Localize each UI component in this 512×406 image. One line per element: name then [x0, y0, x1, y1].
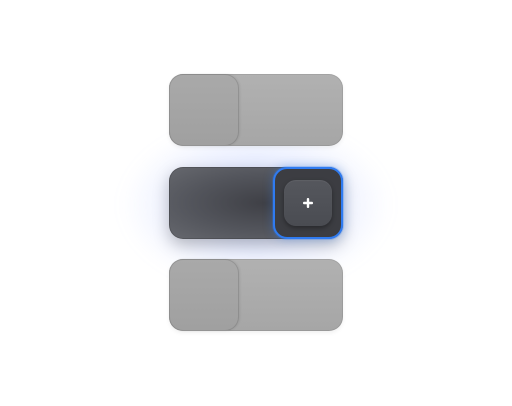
toggle-switch-top[interactable] [169, 74, 343, 146]
toggle-switch-bottom[interactable] [169, 259, 343, 331]
toggle-knob-face [284, 180, 332, 226]
plus-icon [303, 198, 313, 208]
toggle-switch-middle[interactable] [169, 167, 343, 239]
toggle-stack [0, 0, 512, 406]
toggle-knob-focused[interactable] [273, 167, 343, 239]
toggle-knob[interactable] [169, 74, 239, 146]
toggle-knob[interactable] [169, 259, 239, 331]
